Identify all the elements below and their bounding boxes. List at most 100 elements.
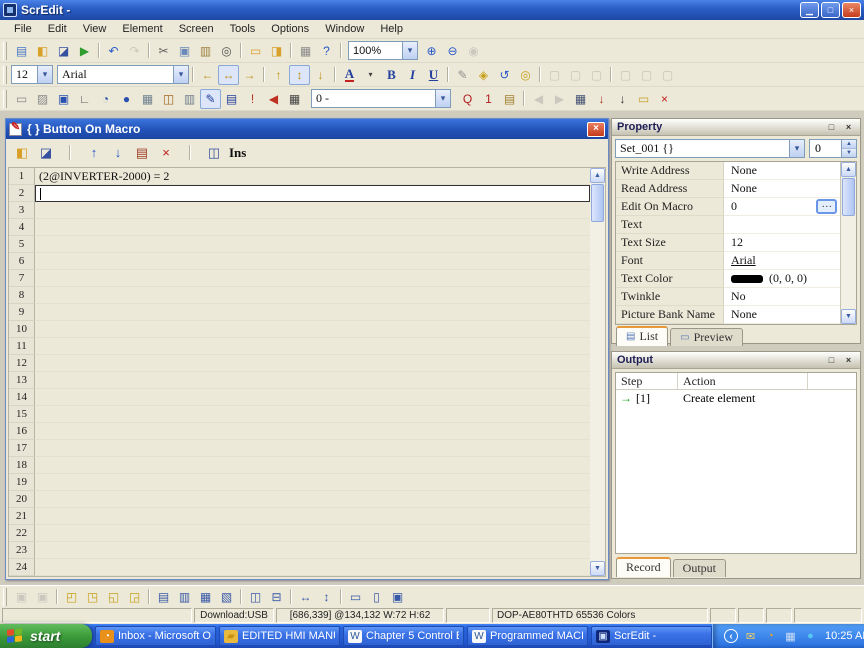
menu-item[interactable]: Edit [40, 21, 75, 37]
space-left-button[interactable]: ▤ [153, 587, 174, 607]
macro-line-row[interactable]: 14 [9, 389, 590, 406]
property-value-cell[interactable]: 12 [724, 234, 840, 252]
property-value-cell[interactable]: None [724, 306, 840, 324]
line-text[interactable] [35, 338, 590, 355]
font-color-button[interactable]: A [339, 65, 360, 85]
line-text[interactable] [35, 270, 590, 287]
redo-button[interactable]: ↷ [124, 41, 145, 61]
property-value-cell[interactable]: No [724, 288, 840, 306]
step-column-header[interactable]: Step [616, 373, 678, 389]
bitmap-element-button[interactable]: ▦ [137, 89, 158, 109]
print-button[interactable]: ▦ [295, 41, 316, 61]
about-button[interactable]: ? [316, 41, 337, 61]
move-forward-button[interactable]: ◱ [103, 587, 124, 607]
dropdown-arrow-icon[interactable] [789, 140, 804, 157]
macro-line-row[interactable]: 20 [9, 491, 590, 508]
undo-button[interactable]: ↶ [103, 41, 124, 61]
macro-edit-button[interactable]: ✎ [200, 89, 221, 109]
open-screen-button[interactable]: ◨ [266, 41, 287, 61]
fit-height-button[interactable]: ↕ [289, 65, 310, 85]
element-property-button[interactable]: ▤ [499, 89, 520, 109]
space-across-button[interactable]: ▦ [195, 587, 216, 607]
property-row[interactable]: Text [616, 216, 840, 234]
static-text-button[interactable]: ▭ [11, 89, 32, 109]
menu-item[interactable]: Options [263, 21, 317, 37]
space-right-button[interactable]: ▥ [174, 587, 195, 607]
line-text[interactable] [35, 457, 590, 474]
align-bottom-button[interactable]: ▢ [657, 65, 678, 85]
line-text[interactable] [35, 304, 590, 321]
property-value-cell[interactable]: 0 [724, 198, 840, 216]
Preview-tab[interactable]: ▭Preview [670, 328, 743, 346]
float-button[interactable]: □ [825, 354, 838, 366]
macro-line-row[interactable]: 12 [9, 355, 590, 372]
same-height-button[interactable]: ▯ [366, 587, 387, 607]
network-icon[interactable]: ▦ [783, 629, 798, 644]
ungroup-button[interactable]: ▣ [32, 587, 53, 607]
line-text[interactable] [35, 253, 590, 270]
copy-button[interactable]: ▣ [174, 41, 195, 61]
element-index-spinner[interactable]: 0 [809, 139, 857, 158]
screen-list-button[interactable]: ▤ [221, 89, 242, 109]
line-text[interactable] [35, 440, 590, 457]
menu-item[interactable]: View [75, 21, 115, 37]
spinner-up-icon[interactable] [842, 140, 856, 148]
macro-line-row[interactable]: 19 [9, 474, 590, 491]
sound-element-button[interactable]: ◀ [263, 89, 284, 109]
find-button[interactable]: ◎ [216, 41, 237, 61]
dropdown-arrow-icon[interactable] [435, 90, 450, 107]
property-value-cell[interactable] [724, 216, 840, 234]
macro-q-button[interactable]: Q [457, 89, 478, 109]
macro-line-row[interactable]: 6 [9, 253, 590, 270]
property-value-cell[interactable]: None [724, 162, 840, 180]
input-element-button[interactable]: ▥ [179, 89, 200, 109]
open-file-button[interactable]: ◧ [32, 41, 53, 61]
align-right-button[interactable]: ▢ [586, 65, 607, 85]
line-text[interactable] [35, 372, 590, 389]
start-button[interactable]: start [0, 624, 92, 648]
output-row[interactable]: →[1] Create element [616, 390, 856, 407]
toolbar-grip[interactable] [3, 588, 7, 606]
collapse-chevron-icon[interactable]: ‹ [724, 629, 738, 643]
macro-line-row[interactable]: 16 [9, 423, 590, 440]
shift-down-button[interactable]: ↓ [310, 65, 331, 85]
macro-line-row[interactable]: 1 (2@INVERTER-2000) = 2 [9, 168, 590, 185]
line-text[interactable] [35, 355, 590, 372]
taskbar-button[interactable]: W Programmed MACR... [467, 626, 588, 646]
font-color-dropdown-button[interactable]: ▾ [360, 65, 381, 85]
macro-line-row[interactable]: 11 [9, 338, 590, 355]
macro-line-row[interactable]: 2 [9, 185, 590, 202]
toolbar-grip[interactable] [3, 66, 7, 84]
dropdown-arrow-icon[interactable] [402, 42, 417, 59]
shift-left-button[interactable]: ← [197, 65, 218, 85]
save-macro-button[interactable]: ◪ [34, 142, 58, 164]
move-line-down-button[interactable]: ↓ [106, 142, 130, 164]
move-backward-button[interactable]: ◲ [124, 587, 145, 607]
line-text[interactable] [35, 219, 590, 236]
prev-screen-button[interactable]: ◀ [528, 89, 549, 109]
scroll-up-icon[interactable] [841, 162, 856, 177]
property-value-cell[interactable]: (0, 0, 0) [724, 270, 840, 288]
toolbar-grip[interactable] [3, 90, 7, 108]
line-text[interactable] [35, 423, 590, 440]
line-text[interactable] [35, 236, 590, 253]
line-text[interactable] [35, 542, 590, 559]
zoom-combobox[interactable]: 100% [348, 41, 418, 60]
macro-line-row[interactable]: 5 [9, 236, 590, 253]
output-panel-header[interactable]: Output □ × [612, 352, 860, 369]
macro-line-row[interactable]: 22 [9, 525, 590, 542]
center-vertical-button[interactable]: ⊟ [266, 587, 287, 607]
align-center-button[interactable]: ▢ [565, 65, 586, 85]
cut-button[interactable]: ✂ [153, 41, 174, 61]
shift-up-button[interactable]: ↑ [268, 65, 289, 85]
macro-line-row[interactable]: 18 [9, 457, 590, 474]
circle-element-button[interactable]: ● [116, 89, 137, 109]
Output-tab[interactable]: Output [673, 559, 726, 577]
Record-tab[interactable]: Record [616, 557, 671, 577]
font-name-combobox[interactable]: Arial [57, 65, 189, 84]
scroll-up-icon[interactable] [590, 168, 605, 183]
align-top-button[interactable]: ▢ [615, 65, 636, 85]
macro-line-row[interactable]: 7 [9, 270, 590, 287]
same-width-button[interactable]: ▭ [345, 587, 366, 607]
download-all-button[interactable]: ↓ [612, 89, 633, 109]
